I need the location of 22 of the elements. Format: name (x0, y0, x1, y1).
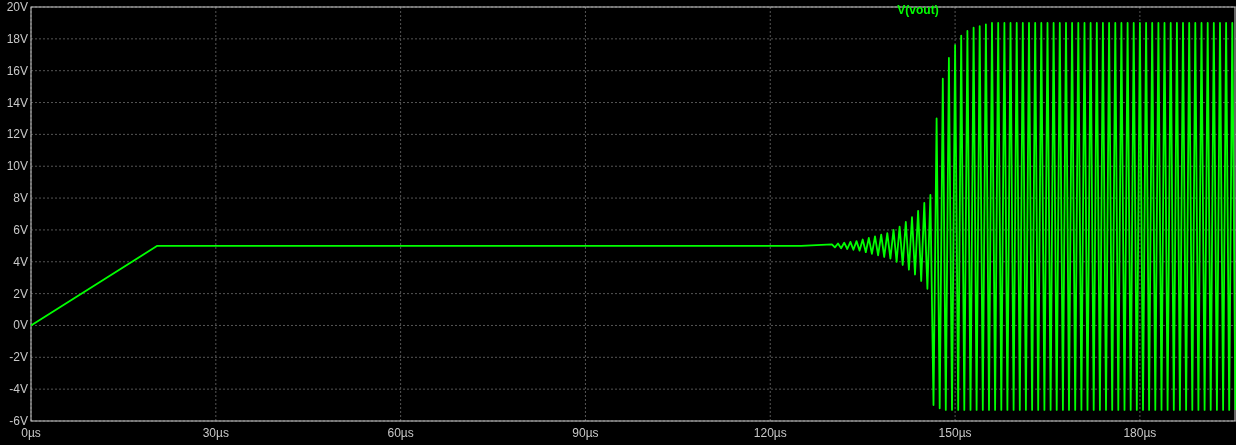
y-tick-label: 14V (6, 95, 28, 110)
y-tick-label: 18V (6, 31, 28, 46)
x-tick-label: 60µs (387, 426, 414, 440)
x-tick-label: 150µs (938, 426, 972, 440)
y-tick-label: -6V (9, 414, 28, 428)
x-tick-label: 30µs (202, 426, 229, 440)
y-tick-label: 12V (6, 127, 28, 142)
y-tick-label: 6V (13, 222, 28, 237)
y-tick-label: 0V (13, 318, 28, 333)
y-tick-label: 20V (6, 0, 28, 14)
x-tick-label: 0µs (21, 426, 41, 440)
x-tick-label: 120µs (753, 426, 787, 440)
y-tick-label: -2V (9, 350, 28, 365)
y-tick-label: 8V (13, 191, 28, 206)
y-tick-label: 4V (13, 254, 28, 269)
x-tick-label: 180µs (1123, 426, 1157, 440)
y-tick-label: 10V (6, 159, 28, 174)
legend-label: V(vout) (897, 3, 939, 17)
x-tick-label: 90µs (572, 426, 599, 440)
y-tick-label: -4V (9, 382, 28, 397)
y-tick-label: 16V (6, 63, 28, 78)
y-tick-label: 2V (13, 286, 28, 301)
